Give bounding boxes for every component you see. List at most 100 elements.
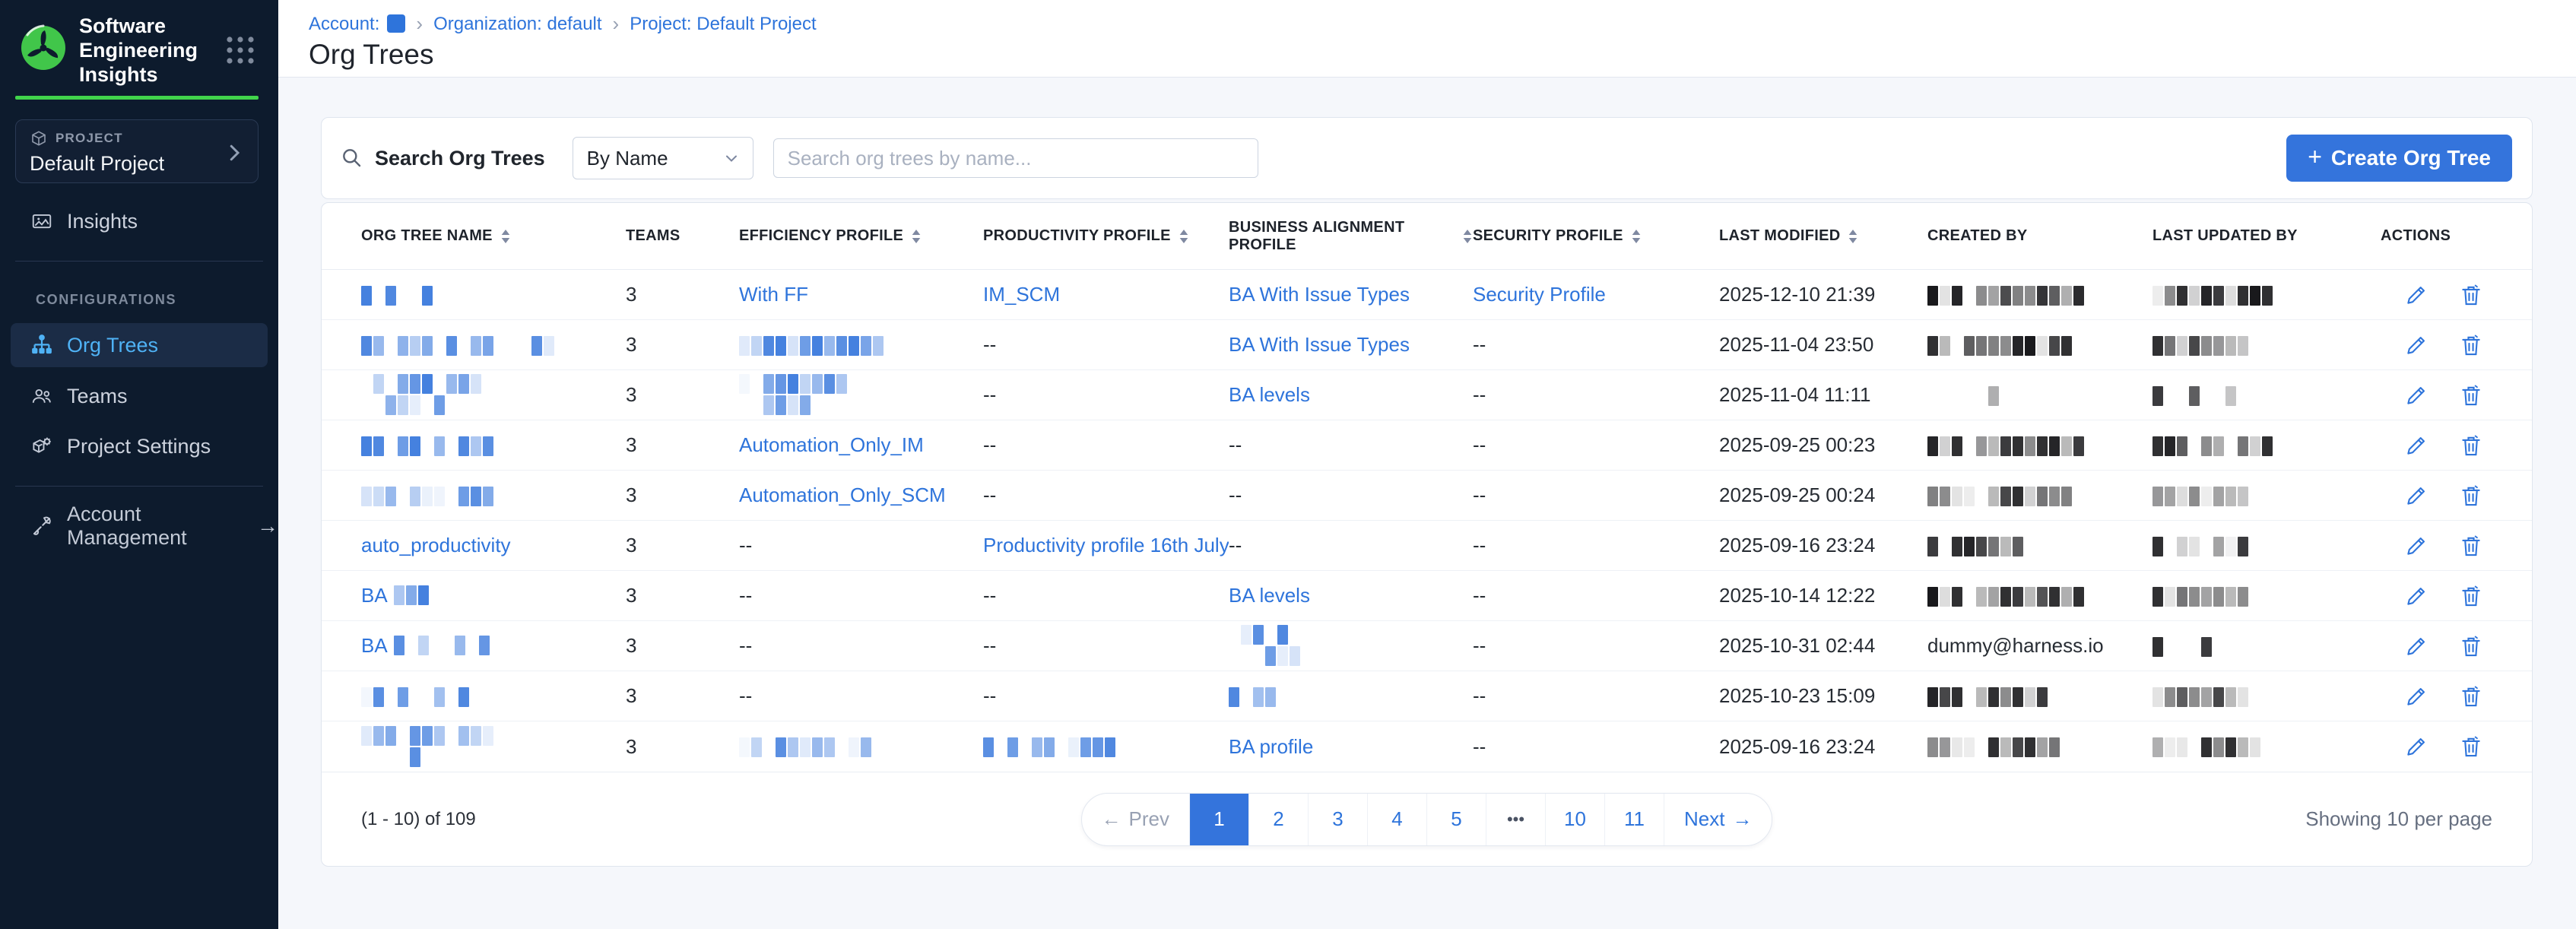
redacted-account-name: [387, 14, 405, 33]
col-header-efficiency-profile[interactable]: EFFICIENCY PROFILE: [739, 227, 983, 245]
col-header-teams: TEAMS: [626, 227, 739, 245]
delete-button[interactable]: [2458, 683, 2484, 709]
profile-link[interactable]: IM_SCM: [983, 283, 1060, 306]
redacted-value: [1927, 336, 2073, 357]
cell: 2025-10-23 15:09: [1719, 684, 1927, 708]
project-selector[interactable]: PROJECT Default Project: [15, 119, 259, 183]
profile-link[interactable]: With FF: [739, 283, 808, 306]
profile-link[interactable]: BA levels: [1229, 383, 1310, 406]
edit-button[interactable]: [2403, 533, 2429, 559]
delete-button[interactable]: [2458, 382, 2484, 408]
cell: [1927, 433, 2152, 457]
pagination-page-11[interactable]: 11: [1605, 794, 1664, 845]
brand-header: Software Engineering Insights: [0, 0, 278, 87]
sort-icon[interactable]: [1462, 229, 1473, 244]
delete-button[interactable]: [2458, 433, 2484, 458]
profile-link[interactable]: Productivity profile 16th July: [983, 534, 1229, 556]
col-header-org-tree-name[interactable]: ORG TREE NAME: [361, 227, 626, 245]
cell: 2025-11-04 11:11: [1719, 383, 1927, 407]
cell: [361, 484, 626, 507]
sort-icon[interactable]: [1179, 229, 1189, 244]
edit-button[interactable]: [2403, 633, 2429, 659]
pagination-page-5[interactable]: 5: [1427, 794, 1486, 845]
edit-button[interactable]: [2403, 282, 2429, 308]
sort-icon[interactable]: [500, 229, 511, 244]
pagination-page-3[interactable]: 3: [1309, 794, 1368, 845]
profile-link[interactable]: BA profile: [1229, 735, 1313, 758]
org-tree-name-link[interactable]: auto_productivity: [361, 534, 511, 556]
cell: --: [983, 484, 1229, 507]
row-actions: [2381, 483, 2517, 509]
table-row: auto_productivity3--Productivity profile…: [322, 521, 2532, 571]
delete-button[interactable]: [2458, 583, 2484, 609]
col-header-label: PRODUCTIVITY PROFILE: [983, 227, 1171, 245]
cell: Automation_Only_SCM: [739, 484, 983, 507]
chevron-right-icon: [223, 141, 246, 164]
sort-icon[interactable]: [1848, 229, 1858, 244]
sidebar-item-project-settings[interactable]: Project Settings: [0, 425, 278, 468]
cell-value: --: [983, 634, 996, 657]
table-body: 3With FFIM_SCMBA With Issue TypesSecurit…: [322, 270, 2532, 772]
profile-link[interactable]: Security Profile: [1473, 283, 1606, 306]
cell: --: [739, 684, 983, 708]
profile-link[interactable]: BA With Issue Types: [1229, 333, 1410, 356]
pagination-next[interactable]: Next→: [1664, 794, 1772, 845]
delete-button[interactable]: [2458, 533, 2484, 559]
sidebar-item-teams[interactable]: Teams: [0, 375, 278, 417]
edit-button[interactable]: [2403, 483, 2429, 509]
create-org-tree-button[interactable]: + Create Org Tree: [2286, 135, 2512, 182]
search-input[interactable]: [773, 138, 1258, 178]
delete-button[interactable]: [2458, 332, 2484, 358]
org-trees-table: ORG TREE NAMETEAMSEFFICIENCY PROFILE PROD…: [321, 202, 2533, 867]
pagination-page-10[interactable]: 10: [1546, 794, 1605, 845]
pagination-ellipsis[interactable]: •••: [1486, 794, 1546, 845]
delete-button[interactable]: [2458, 734, 2484, 759]
delete-button[interactable]: [2458, 282, 2484, 308]
cell: --: [1473, 634, 1719, 658]
module-grid-icon[interactable]: [222, 32, 259, 68]
search-filter-select[interactable]: By Name: [573, 137, 753, 179]
pagination-prev[interactable]: ←Prev: [1082, 794, 1190, 845]
row-actions: [2381, 583, 2517, 609]
edit-button[interactable]: [2403, 583, 2429, 609]
redacted-value: [1927, 537, 2025, 557]
col-header-label: EFFICIENCY PROFILE: [739, 227, 903, 245]
breadcrumb-account[interactable]: Account:: [309, 14, 405, 35]
edit-button[interactable]: [2403, 332, 2429, 358]
org-tree-name-link[interactable]: BA: [361, 584, 388, 607]
app-root: Software Engineering Insights PROJECT De…: [0, 0, 2576, 929]
cell: BA levels: [1229, 383, 1473, 407]
redacted-value: [2152, 737, 2262, 758]
sidebar-item-org-trees[interactable]: Org Trees: [11, 323, 268, 367]
cell-value: --: [1473, 433, 1486, 456]
breadcrumb-organization[interactable]: Organization: default: [433, 14, 601, 35]
sort-icon[interactable]: [1631, 229, 1642, 244]
col-header-created-by: CREATED BY: [1927, 227, 2152, 245]
cell-value: --: [1473, 333, 1486, 356]
sidebar-item-account-management[interactable]: Account Management →: [0, 505, 278, 547]
sort-icon[interactable]: [911, 229, 922, 244]
profile-link[interactable]: Automation_Only_SCM: [739, 484, 946, 506]
edit-button[interactable]: [2403, 433, 2429, 458]
profile-link[interactable]: BA With Issue Types: [1229, 283, 1410, 306]
pagination-page-2[interactable]: 2: [1249, 794, 1309, 845]
sidebar-item-insights[interactable]: Insights: [0, 200, 278, 243]
delete-button[interactable]: [2458, 633, 2484, 659]
col-header-business-alignment-profile[interactable]: BUSINESS ALIGNMENT PROFILE: [1229, 219, 1473, 254]
delete-button[interactable]: [2458, 483, 2484, 509]
cell-value: --: [983, 484, 996, 506]
project-name: Default Project: [30, 152, 244, 176]
edit-button[interactable]: [2403, 382, 2429, 408]
pagination-page-4[interactable]: 4: [1368, 794, 1427, 845]
org-tree-name-link[interactable]: BA: [361, 634, 388, 658]
breadcrumb-project[interactable]: Project: Default Project: [630, 14, 816, 35]
col-header-productivity-profile[interactable]: PRODUCTIVITY PROFILE: [983, 227, 1229, 245]
edit-button[interactable]: [2403, 734, 2429, 759]
row-actions: [2381, 683, 2517, 709]
pagination-page-1[interactable]: 1: [1190, 794, 1249, 845]
col-header-security-profile[interactable]: SECURITY PROFILE: [1473, 227, 1719, 245]
profile-link[interactable]: Automation_Only_IM: [739, 433, 924, 456]
profile-link[interactable]: BA levels: [1229, 584, 1310, 607]
col-header-last-modified[interactable]: LAST MODIFIED: [1719, 227, 1927, 245]
edit-button[interactable]: [2403, 683, 2429, 709]
